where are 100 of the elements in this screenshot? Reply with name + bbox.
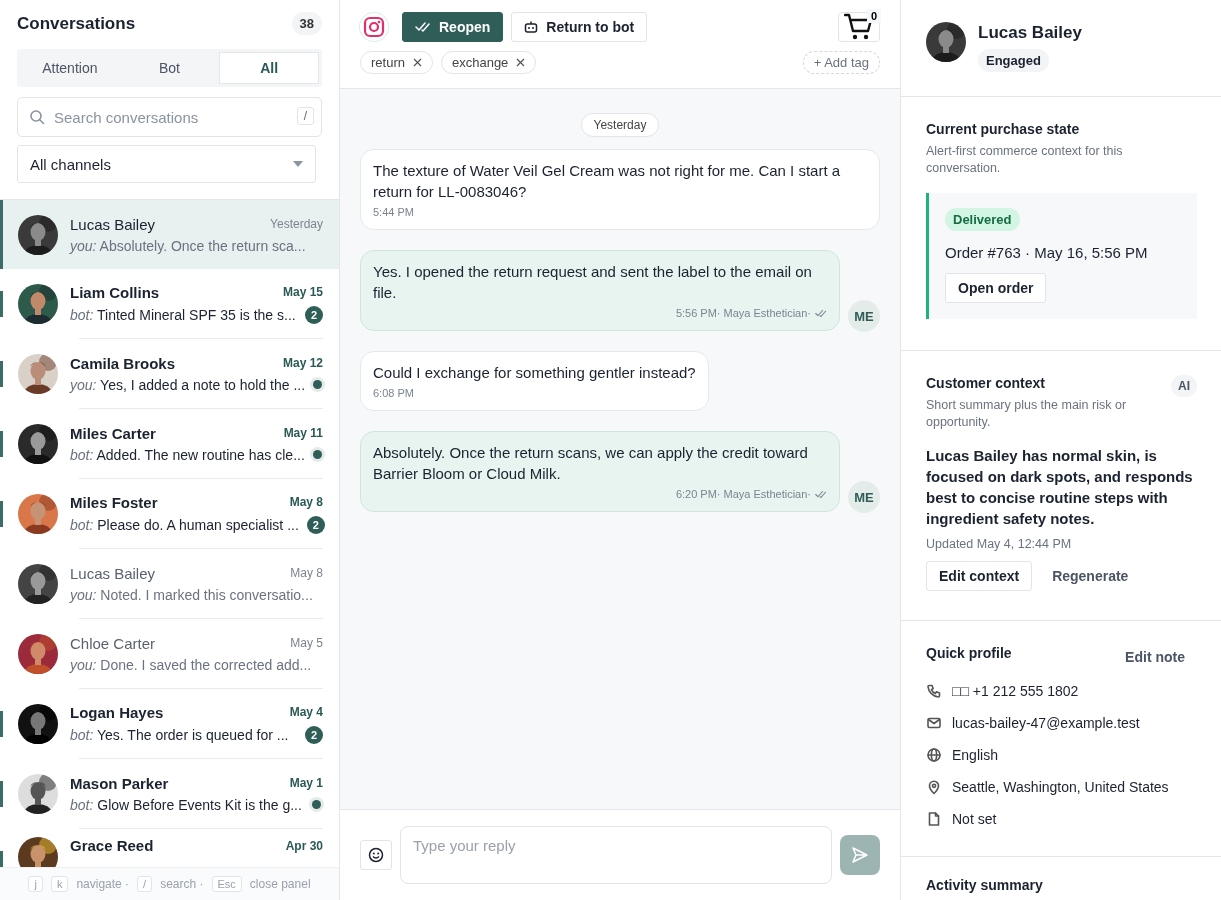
message-text: Could I exchange for something gentler instead? xyxy=(373,363,696,383)
conversation-item[interactable]: Lucas Bailey May 8 you: Noted. I marked this conversatio... xyxy=(0,549,339,618)
action-button[interactable]: Return to bot xyxy=(511,12,648,42)
unread-marker xyxy=(0,200,3,269)
message-preview: bot: Tinted Mineral SPF 35 is the s... xyxy=(70,306,296,323)
message-date: Yesterday xyxy=(270,217,323,231)
contact-name: Liam Collins xyxy=(70,283,160,301)
conversation-item[interactable]: Miles Carter May 11 bot: Added. The new routine has cle... xyxy=(0,409,339,478)
close-icon[interactable] xyxy=(516,58,526,67)
cart-count: 0 xyxy=(866,8,881,23)
conversation-item[interactable]: Miles Foster May 8 bot: Please do. A human specialist ... 2 xyxy=(0,479,339,548)
phone-icon xyxy=(926,683,942,699)
shortcut-key: Esc xyxy=(211,876,242,892)
unread-badge: 2 xyxy=(306,515,325,534)
message-date: May 11 xyxy=(283,426,323,440)
message-date: May 4 xyxy=(289,705,323,719)
unread-badge: 2 xyxy=(305,725,323,744)
conversation-item[interactable]: Lucas Bailey Yesterday you: Absolutely. Once the return sca... xyxy=(0,200,339,269)
mail-icon xyxy=(926,715,942,731)
smiley-icon xyxy=(368,847,384,863)
contact-name: Lucas Bailey xyxy=(70,215,156,233)
unread-marker xyxy=(0,781,3,807)
agent-avatar: ME xyxy=(848,481,880,513)
section-title: Customer context xyxy=(926,375,1047,391)
send-icon xyxy=(851,846,869,864)
profile-value: English xyxy=(952,747,998,763)
channel-dropdown[interactable]: All channels xyxy=(17,145,316,183)
unread-marker xyxy=(0,431,3,457)
order-summary: Order #763 · May 16, 5:56 PM xyxy=(945,244,1149,261)
section-title: Current purchase state xyxy=(926,121,1081,137)
cart-button[interactable]: 0 xyxy=(838,11,880,42)
filter-tab[interactable]: Bot xyxy=(119,52,220,84)
status-dot xyxy=(313,380,323,389)
shortcut-key: / xyxy=(137,876,153,892)
message-date: May 12 xyxy=(282,356,323,370)
profile-value: □□ +1 212 555 1802 xyxy=(952,683,1079,699)
shortcut-label: navigate · xyxy=(76,877,130,891)
globe-icon xyxy=(926,747,942,763)
contact-name: Mason Parker xyxy=(70,774,169,792)
double-check-icon xyxy=(815,489,827,499)
open-order-button[interactable]: Open order xyxy=(945,273,1047,303)
edit-note-button[interactable]: Edit note xyxy=(1113,643,1197,671)
shortcut-key: k xyxy=(50,876,69,892)
contact-name: Lucas Bailey xyxy=(70,564,156,582)
profile-value: Not set xyxy=(952,811,997,827)
conversation-count: 38 xyxy=(291,12,322,35)
double-check-icon xyxy=(415,21,431,33)
filter-tab[interactable]: All xyxy=(219,52,319,84)
filter-tab[interactable]: Attention xyxy=(20,52,120,84)
unread-marker xyxy=(0,291,3,317)
conversation-item[interactable]: Camila Brooks May 12 you: Yes, I added a note to hold the ... xyxy=(0,339,339,408)
conversation-item[interactable]: Logan Hayes May 4 bot: Yes. The order is queued for ... 2 xyxy=(0,689,339,758)
tag-label: exchange xyxy=(451,55,509,70)
message-preview: you: Yes, I added a note to hold the ... xyxy=(70,376,306,393)
context-summary: Lucas Bailey has normal skin, is focused on dark spots, and responds best to concise routine steps with ingredient safety notes. xyxy=(926,446,1194,529)
profile-value: Seattle, Washington, United States xyxy=(952,779,1169,795)
message-preview: you: Absolutely. Once the return sca... xyxy=(70,237,306,254)
message-time: 6:08 PM xyxy=(373,387,415,399)
regenerate-button[interactable]: Regenerate xyxy=(1040,561,1141,591)
message-preview: bot: Yes. The order is queued for ... xyxy=(70,726,289,743)
emoji-button[interactable] xyxy=(360,840,392,870)
contact-name: Chloe Carter xyxy=(70,634,156,652)
date-separator: Yesterday xyxy=(580,113,660,137)
status-dot xyxy=(312,800,321,809)
message-meta: 6:20 PM· Maya Esthetician· xyxy=(675,488,811,500)
conversation-item[interactable]: Mason Parker May 1 bot: Glow Before Events Kit is the g... xyxy=(0,759,339,828)
caret-icon xyxy=(293,161,303,167)
message-date: May 5 xyxy=(290,636,323,650)
sidebar-title: Conversations xyxy=(17,13,136,34)
contact-name: Camila Brooks xyxy=(70,354,176,372)
double-check-icon xyxy=(815,308,827,318)
message-time: 5:44 PM xyxy=(373,206,415,218)
conversation-item[interactable]: Chloe Carter May 5 you: Done. I saved the corrected add... xyxy=(0,619,339,688)
shortcut-label: close panel xyxy=(249,877,311,891)
close-icon[interactable] xyxy=(412,58,422,67)
dropdown-value: All channels xyxy=(30,155,111,173)
status-dot xyxy=(312,450,322,459)
add-tag-button[interactable]: + Add tag xyxy=(802,51,880,74)
reply-field[interactable]: Type your reply xyxy=(400,826,832,884)
message-preview: bot: Added. The new routine has cle... xyxy=(70,446,305,463)
unread-marker xyxy=(0,501,3,527)
agent-avatar: ME xyxy=(848,300,880,332)
message-date: Apr 30 xyxy=(285,838,323,853)
ai-badge: AI xyxy=(1171,375,1197,397)
edit-context-button[interactable]: Edit context xyxy=(926,561,1033,591)
conversation-item[interactable]: Liam Collins May 15 bot: Tinted Mineral SPF 35 is the s... 2 xyxy=(0,269,339,338)
status-pill: Engaged xyxy=(978,49,1049,72)
message-preview: you: Noted. I marked this conversatio... xyxy=(70,586,313,603)
message-meta: 5:56 PM· Maya Esthetician· xyxy=(675,307,811,319)
message-text: Absolutely. Once the return scans, we can apply the credit toward Barrier Bloom or Cloud Milk. xyxy=(373,443,809,484)
reopen-button[interactable]: Reopen xyxy=(402,12,504,42)
message-date: May 8 xyxy=(289,495,323,509)
section-subtitle: Alert-first commerce context for this conversation. xyxy=(926,143,1124,177)
shortcut-label: search · xyxy=(160,877,204,891)
contact-name: Grace Reed xyxy=(70,837,154,854)
unread-marker xyxy=(0,711,3,737)
customer-name: Lucas Bailey xyxy=(978,23,1082,43)
message-date: May 1 xyxy=(289,776,323,790)
message-date: May 15 xyxy=(282,285,323,299)
profile-value: lucas-bailey-47@example.test xyxy=(952,715,1140,731)
